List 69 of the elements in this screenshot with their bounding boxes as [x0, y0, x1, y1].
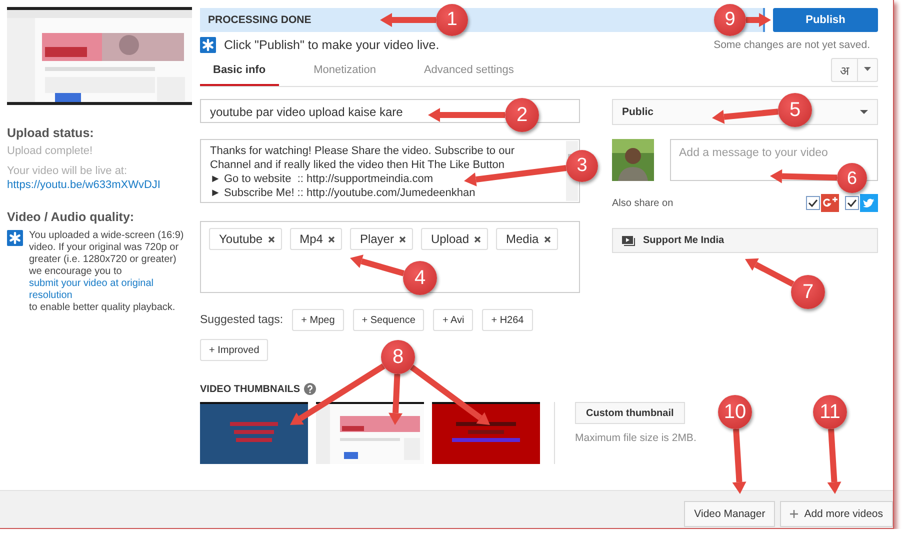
google-plus-icon	[821, 194, 839, 212]
callout-arrow	[350, 254, 404, 276]
resolution-link[interactable]: submit your video at original resolution	[29, 278, 187, 302]
callout-number: 7	[791, 275, 825, 309]
thumbnails-heading: VIDEO THUMBNAILS	[200, 384, 300, 394]
twitter-icon	[860, 194, 878, 212]
save-status: Some changes are not yet saved.	[714, 39, 870, 51]
callout-arrow	[746, 13, 771, 27]
tag-chip[interactable]: Mp4	[290, 228, 342, 250]
tag-chip[interactable]: Media	[496, 228, 558, 250]
callout-number: 2	[505, 98, 539, 132]
caret-icon	[864, 67, 871, 71]
tab[interactable]: Advanced settings	[410, 64, 527, 86]
quality-message: You uploaded a wide-screen (16:9) video. If your original was 720p or greater (i.e. 1280x720 or greater) we encourage you to submit your video at original resolution to enable better quality playback.	[29, 230, 187, 314]
suggested-tag[interactable]: + Avi	[433, 309, 474, 331]
callout-arrow	[380, 13, 436, 27]
callout-number: 3	[566, 150, 598, 182]
playlist-icon	[622, 236, 635, 246]
callout-arrow	[732, 428, 746, 494]
remove-icon	[268, 236, 275, 242]
custom-thumbnail-button[interactable]: Custom thumbnail	[575, 402, 685, 424]
file-size-note: Maximum file size is 2MB.	[575, 432, 696, 444]
playlist-button[interactable]: Support Me India	[612, 228, 878, 253]
callout-number: 8	[381, 340, 415, 374]
callout-number: 10	[718, 395, 752, 429]
callout-arrow	[388, 374, 403, 425]
plus-icon	[790, 510, 798, 518]
share-checkbox[interactable]	[806, 196, 820, 210]
publish-notice: Click "Publish" to make your video live.	[224, 38, 440, 52]
remove-icon	[328, 236, 335, 242]
callout-number: 6	[837, 163, 867, 193]
callout-arrow	[827, 428, 842, 494]
status-text: PROCESSING DONE	[208, 14, 312, 26]
status-heading: Upload status:	[7, 126, 95, 140]
tab[interactable]: Monetization	[300, 64, 389, 86]
video-link[interactable]: https://youtu.be/w633mXWvDJI	[7, 179, 160, 191]
suggested-label: Suggested tags:	[200, 314, 284, 326]
suggested-tag[interactable]: + Mpeg	[292, 309, 344, 331]
suggested-tag[interactable]: + H264	[482, 309, 533, 331]
tag-chip[interactable]: Youtube	[209, 228, 282, 250]
callout-arrow	[770, 169, 838, 184]
callout-number: 5	[778, 93, 812, 127]
avatar	[612, 139, 654, 181]
live-label: Your video will be live at:	[7, 165, 128, 177]
suggested-tag[interactable]: + Sequence	[352, 309, 424, 331]
callout-number: 9	[714, 4, 746, 36]
callout-arrow	[745, 258, 794, 287]
upload-status: Upload complete!	[7, 145, 94, 157]
tab[interactable]: Basic info	[200, 64, 279, 86]
add-videos-button[interactable]: Add more videos	[780, 500, 893, 526]
suggested-tag[interactable]: + Improved	[200, 339, 268, 361]
language-button[interactable]: अ	[831, 58, 878, 82]
callout-number: 1	[436, 4, 468, 36]
quality-heading: Video / Audio quality:	[7, 210, 136, 224]
remove-icon	[398, 236, 406, 242]
caret-icon	[860, 110, 868, 114]
info-icon	[7, 230, 23, 246]
share-label: Also share on	[612, 198, 674, 208]
share-checkbox[interactable]	[845, 196, 859, 210]
callout-arrow	[712, 108, 778, 124]
video-manager-button[interactable]: Video Manager	[684, 500, 776, 526]
tag-chip[interactable]: Player	[350, 228, 413, 250]
help-icon	[304, 383, 316, 395]
tag-chip[interactable]: Upload	[420, 228, 488, 250]
remove-icon	[544, 236, 551, 242]
callout-number: 11	[813, 395, 847, 429]
info-icon	[200, 37, 216, 53]
remove-icon	[474, 236, 481, 242]
publish-button[interactable]: Publish	[773, 8, 878, 32]
